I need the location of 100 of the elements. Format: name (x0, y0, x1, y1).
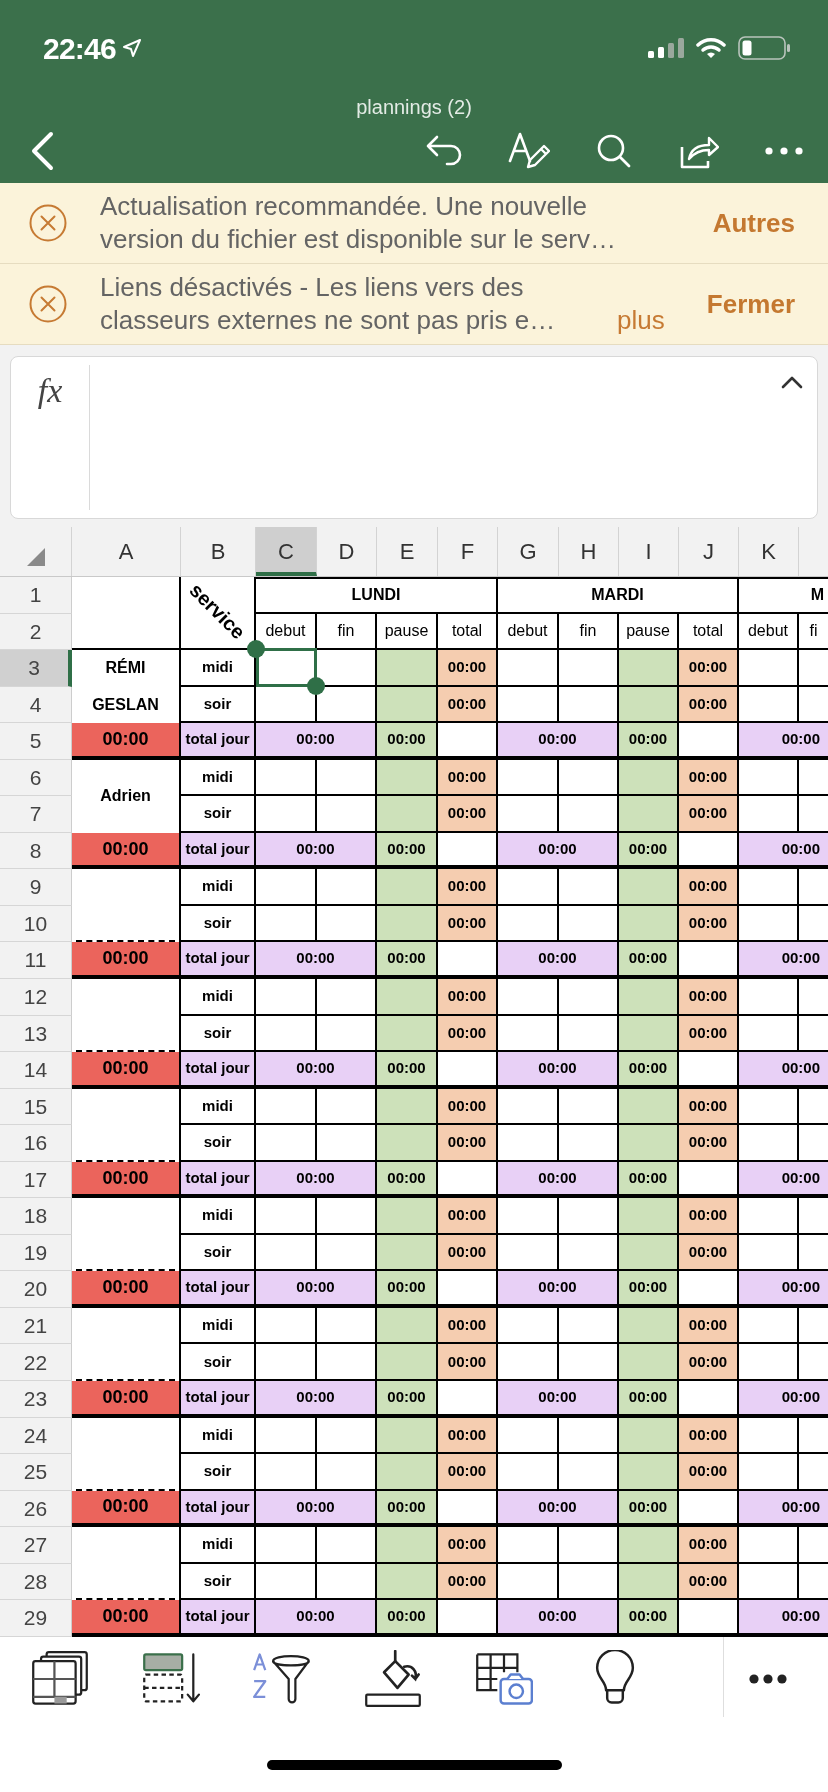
document-title: plannings (2) (356, 97, 472, 117)
hours-cell: 00:00 (739, 1161, 828, 1199)
row-header[interactable]: 4 (0, 686, 72, 724)
hours-cell: 00:00 (256, 1490, 377, 1528)
row-header[interactable]: 28 (0, 1563, 72, 1601)
hours-cell: 00:00 (256, 1271, 377, 1308)
row-header[interactable]: 16 (0, 1125, 72, 1162)
column-subheader: total (438, 613, 498, 651)
row-header[interactable]: 14 (0, 1052, 72, 1089)
column-subheader: fin (317, 613, 377, 651)
pause-cell: 00:00 (377, 1490, 438, 1528)
close-circle-icon[interactable] (29, 285, 67, 323)
total-cell: 00:00 (438, 979, 498, 1016)
row-header[interactable]: 22 (0, 1344, 72, 1382)
pause-cell: 00:00 (377, 942, 438, 979)
chevron-up-icon[interactable] (781, 375, 803, 389)
hours-cell: 00:00 (498, 723, 619, 760)
total-cell: 00:00 (679, 1527, 739, 1564)
row-header[interactable]: 2 (0, 613, 72, 651)
service-cell: midi (181, 1198, 256, 1235)
pause-cell: 00:00 (619, 1052, 679, 1089)
total-cell: 00:00 (438, 869, 498, 906)
pause-cell (619, 1125, 679, 1162)
pause-cell (377, 869, 438, 906)
row-header[interactable]: 13 (0, 1015, 72, 1053)
row-header[interactable]: 9 (0, 869, 72, 906)
week-total-cell: 00:00 (72, 1161, 181, 1199)
row-header[interactable]: 8 (0, 832, 72, 870)
hours-cell: 00:00 (256, 723, 377, 760)
row-header[interactable]: 17 (0, 1161, 72, 1199)
row-header[interactable]: 27 (0, 1527, 72, 1564)
column-header[interactable]: E (377, 527, 438, 576)
column-header[interactable]: A (72, 527, 181, 576)
column-header[interactable]: F (438, 527, 498, 576)
row-header[interactable]: 29 (0, 1600, 72, 1637)
day-total-label-cell: total jour (181, 1600, 256, 1637)
week-total-cell: 00:00 (72, 1381, 181, 1418)
pause-cell (377, 1344, 438, 1382)
pause-cell (377, 1527, 438, 1564)
column-header[interactable]: G (498, 527, 559, 576)
row-header[interactable]: 19 (0, 1234, 72, 1272)
pause-cell (377, 1454, 438, 1491)
total-cell: 00:00 (679, 1088, 739, 1126)
close-circle-icon[interactable] (29, 204, 67, 242)
column-header[interactable]: H (559, 527, 619, 576)
row-header[interactable]: 3 (0, 650, 72, 687)
pause-cell (619, 1088, 679, 1126)
row-header[interactable]: 10 (0, 905, 72, 943)
total-cell: 00:00 (438, 1344, 498, 1382)
pause-cell (377, 1015, 438, 1053)
total-cell: 00:00 (438, 759, 498, 797)
hours-cell: 00:00 (256, 1161, 377, 1199)
total-cell: 00:00 (679, 796, 739, 833)
row-header[interactable]: 12 (0, 979, 72, 1016)
column-header[interactable]: I (619, 527, 679, 576)
pause-cell (619, 905, 679, 943)
corner-triangle-icon (26, 548, 45, 566)
week-total-cell: 00:00 (72, 1052, 181, 1089)
row-header[interactable]: 1 (0, 577, 72, 614)
service-cell: midi (181, 1527, 256, 1564)
column-header[interactable]: J (679, 527, 739, 576)
formula-bar[interactable]: fx (10, 356, 818, 519)
column-subheader: pause (619, 613, 679, 651)
pause-cell (619, 1527, 679, 1564)
pause-cell: 00:00 (377, 1052, 438, 1089)
row-header[interactable]: 11 (0, 942, 72, 979)
row-header[interactable]: 6 (0, 759, 72, 797)
function-label: fx (37, 373, 63, 409)
hours-cell: 00:00 (498, 1271, 619, 1308)
total-cell: 00:00 (438, 1454, 498, 1491)
pause-cell: 00:00 (377, 1271, 438, 1308)
hours-cell: 00:00 (739, 832, 828, 870)
total-cell: 00:00 (679, 1454, 739, 1491)
column-header[interactable]: C (256, 527, 317, 576)
column-header[interactable]: D (317, 527, 377, 576)
row-header[interactable]: 24 (0, 1417, 72, 1455)
pause-cell (619, 1234, 679, 1272)
row-header[interactable]: 5 (0, 723, 72, 760)
row-header[interactable]: 20 (0, 1271, 72, 1308)
hours-cell: 00:00 (739, 942, 828, 979)
paint-bucket-icon (363, 1650, 422, 1708)
row-header[interactable]: 7 (0, 796, 72, 833)
column-subheader: pause (377, 613, 438, 651)
day-header: LUNDI (256, 577, 498, 614)
pause-cell: 00:00 (377, 1161, 438, 1199)
row-header[interactable]: 15 (0, 1088, 72, 1126)
pause-cell (619, 1015, 679, 1053)
pause-cell (377, 1088, 438, 1126)
row-header[interactable]: 18 (0, 1198, 72, 1235)
row-header[interactable]: 25 (0, 1454, 72, 1491)
row-header[interactable]: 23 (0, 1381, 72, 1418)
pause-cell (619, 650, 679, 687)
row-header[interactable]: 21 (0, 1307, 72, 1345)
banner-message: Actualisation recommandée. Une nouvelle version du fichier est disponible sur le serv… (100, 190, 617, 256)
pause-cell: 00:00 (377, 1381, 438, 1418)
column-header[interactable]: K (739, 527, 799, 576)
row-header[interactable]: 26 (0, 1490, 72, 1528)
search-icon (596, 132, 632, 169)
day-total-label-cell: total jour (181, 1161, 256, 1199)
total-cell: 00:00 (679, 1417, 739, 1455)
